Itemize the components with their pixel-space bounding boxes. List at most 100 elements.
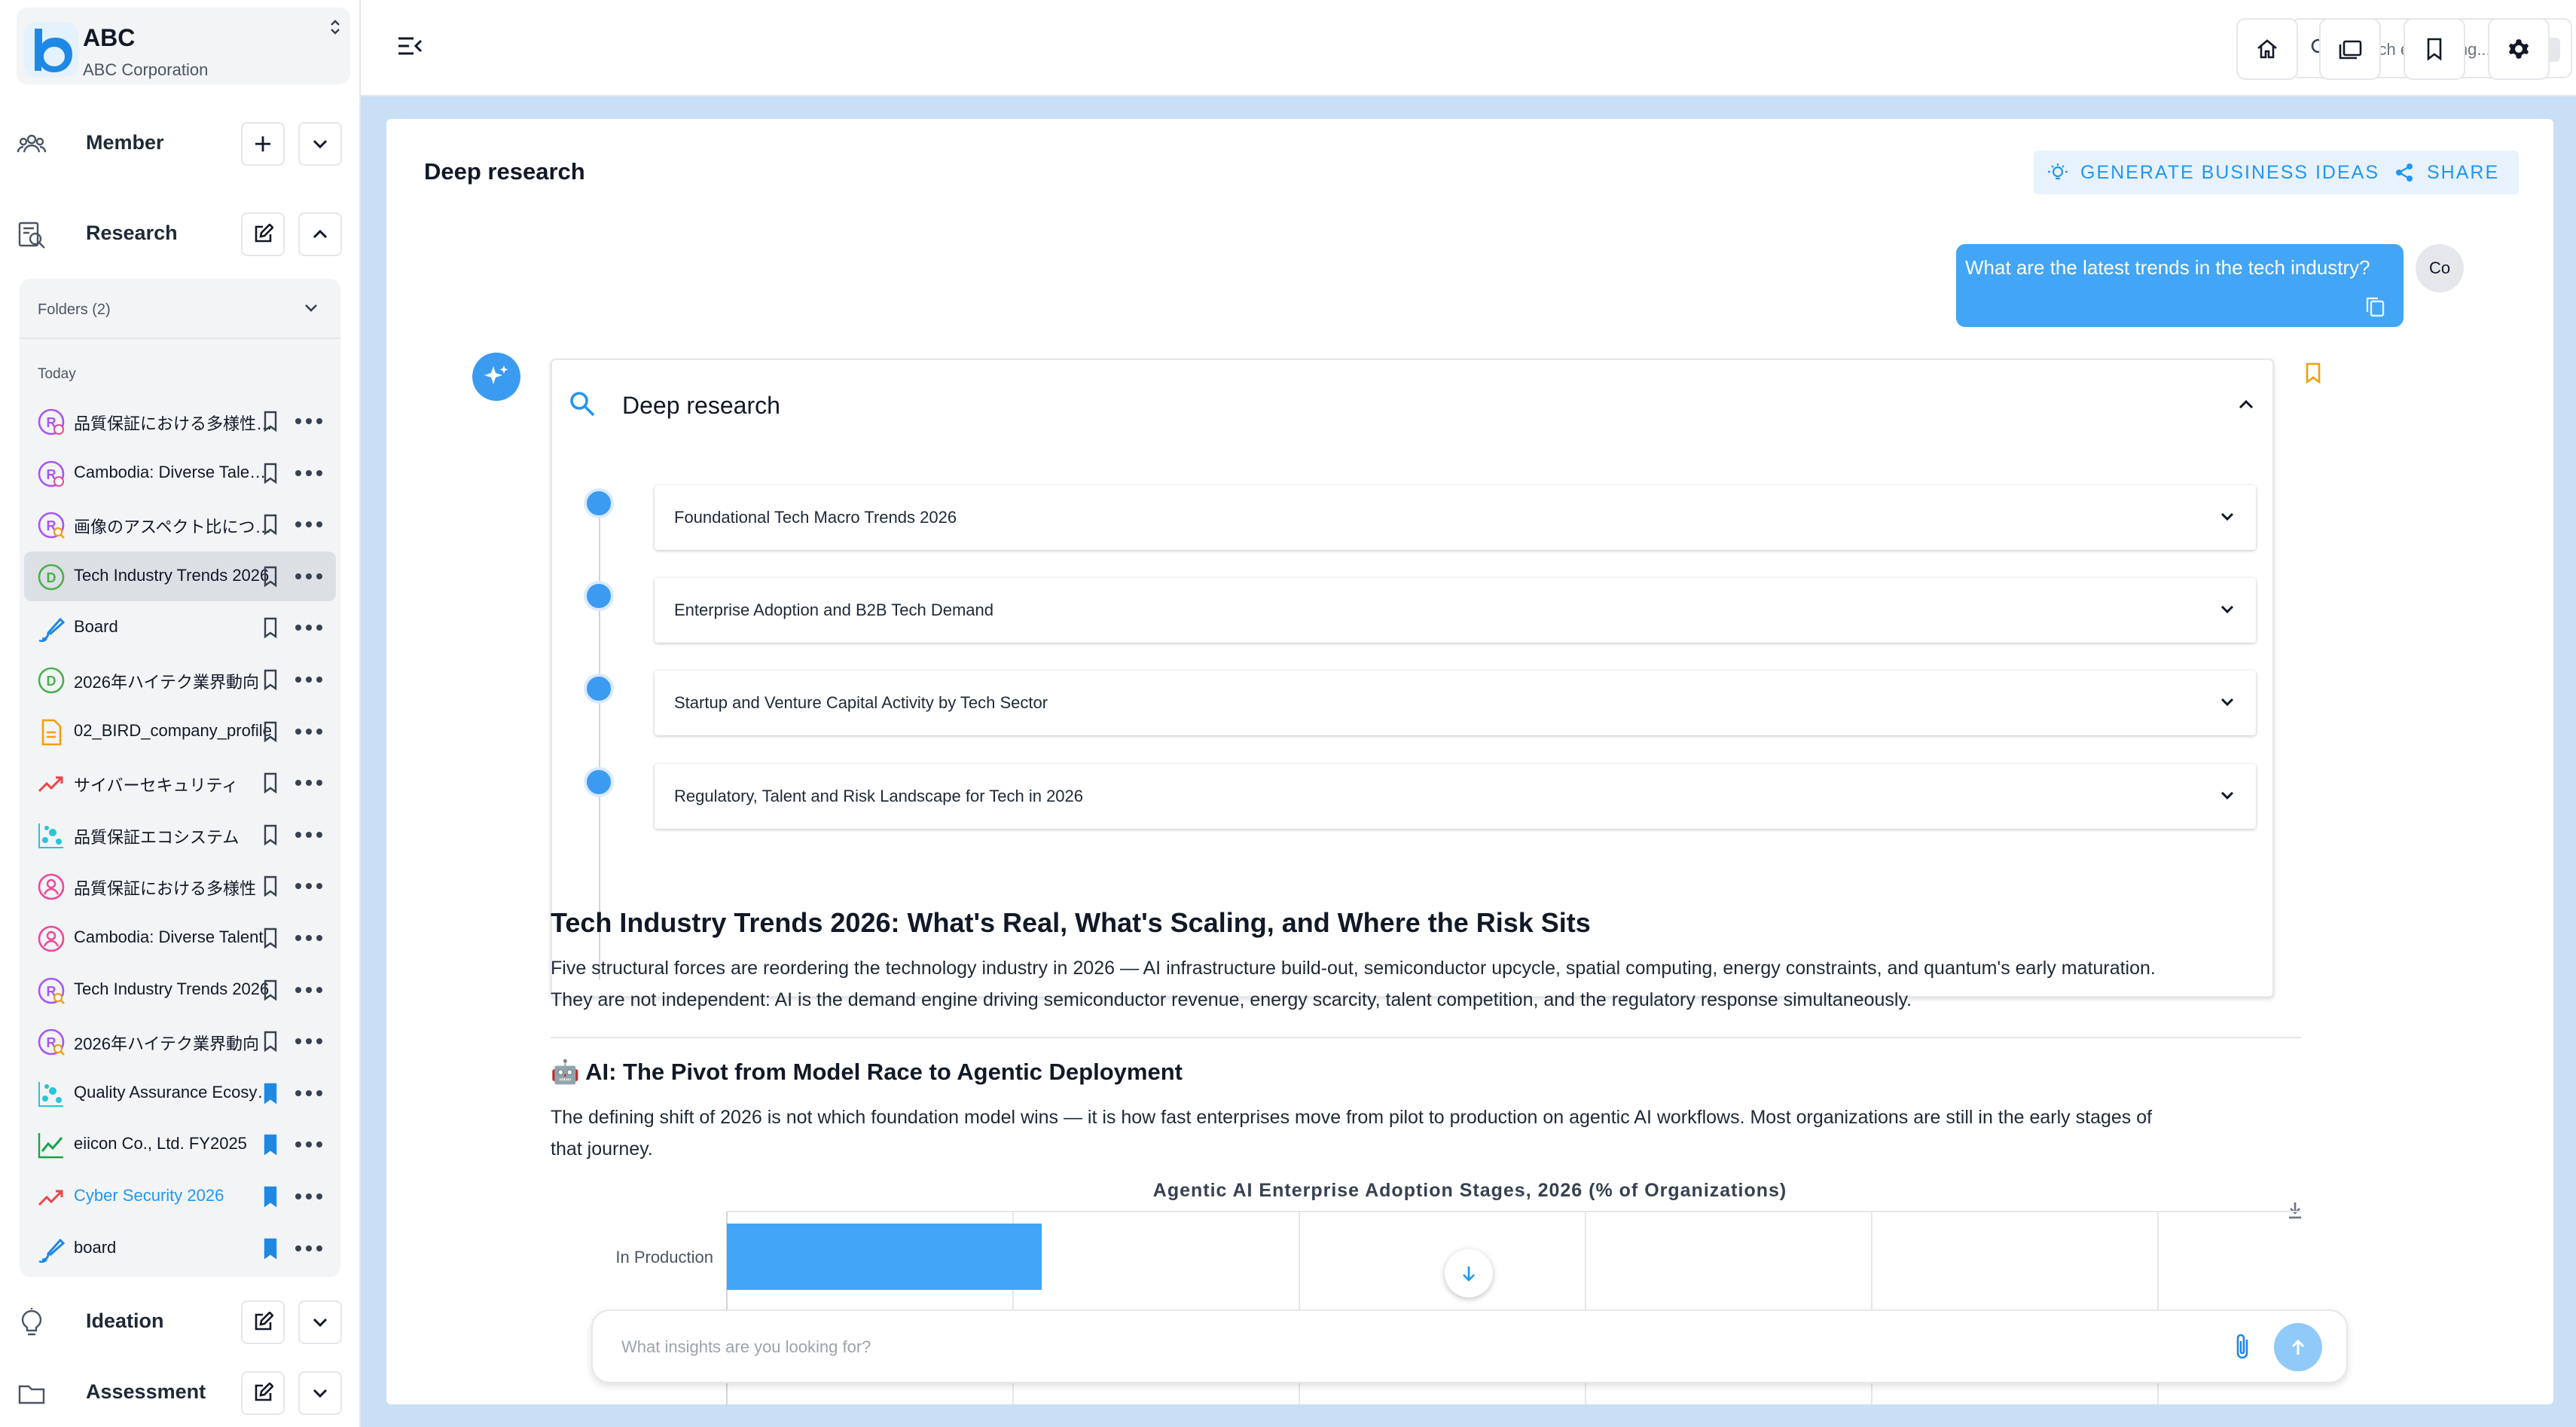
research-item[interactable]: 02_BIRD_company_profile: [24, 707, 336, 756]
more-icon[interactable]: [294, 414, 324, 428]
research-item[interactable]: D 2026年ハイテク業界動向: [24, 655, 336, 704]
more-icon[interactable]: [294, 828, 324, 842]
research-item-label: 2026年ハイテク業界動向: [74, 1034, 260, 1054]
user-message-text: What are the latest trends in the tech i…: [1965, 256, 2370, 279]
share-button[interactable]: SHARE: [2380, 151, 2520, 194]
expand-collapse-icon[interactable]: [328, 18, 343, 36]
bookmark-icon[interactable]: [259, 771, 282, 795]
bookmark-icon[interactable]: [259, 720, 282, 744]
deep-research-header[interactable]: Deep research: [552, 360, 2275, 451]
bookmark-icon[interactable]: [259, 564, 282, 588]
send-button[interactable]: [2274, 1323, 2322, 1371]
bookmark-icon[interactable]: [259, 874, 282, 898]
message-input[interactable]: [621, 1334, 2128, 1361]
research-step-label: Regulatory, Talent and Risk Landscape fo…: [674, 787, 1084, 805]
more-icon[interactable]: [294, 931, 324, 945]
research-item[interactable]: R 2026年ハイテク業界動向: [24, 1016, 336, 1066]
sidebar: ABC ABC Corporation Member Research Fold…: [0, 0, 361, 1427]
more-icon[interactable]: [294, 1086, 324, 1100]
more-icon[interactable]: [294, 518, 324, 531]
more-icon[interactable]: [294, 570, 324, 583]
research-item[interactable]: R Cambodia: Diverse Talent Landscape: [24, 448, 336, 498]
scroll-down-button[interactable]: [1445, 1249, 1493, 1297]
bookmark-icon[interactable]: [259, 1132, 282, 1157]
attach-icon[interactable]: [2230, 1332, 2256, 1362]
research-item-label: Cambodia: Diverse Talent Landscape: [74, 462, 274, 481]
collapse-research-button[interactable]: [298, 212, 342, 256]
expand-member-button[interactable]: [298, 122, 342, 166]
chevron-up-icon[interactable]: [2236, 395, 2256, 414]
bookmark-icon[interactable]: [259, 1029, 282, 1053]
chevron-down-icon: [313, 1389, 328, 1398]
research-item[interactable]: R Tech Industry Trends 2026: [24, 965, 336, 1015]
bookmark-icon[interactable]: [259, 409, 282, 433]
more-icon[interactable]: [294, 725, 324, 738]
research-item[interactable]: 品質保証エコシステム: [24, 810, 336, 860]
bookmark-icon[interactable]: [259, 616, 282, 640]
scatter-icon: [38, 823, 63, 848]
research-item[interactable]: board: [24, 1224, 336, 1273]
research-item[interactable]: Cyber Security 2026: [24, 1172, 336, 1221]
bookmark-icon[interactable]: [259, 512, 282, 536]
org-switcher[interactable]: ABC ABC Corporation: [17, 8, 350, 84]
bookmark-icon[interactable]: [259, 823, 282, 847]
deep-research-icon: D: [38, 667, 65, 694]
add-member-button[interactable]: [241, 122, 285, 166]
more-icon[interactable]: [294, 776, 324, 790]
expand-assessment-button[interactable]: [298, 1371, 342, 1415]
research-step[interactable]: Regulatory, Talent and Risk Landscape fo…: [655, 764, 2256, 829]
bookmark-icon[interactable]: [259, 978, 282, 1002]
bookmark-icon: [2427, 38, 2442, 61]
research-item[interactable]: Cambodia: Diverse Talent: [24, 913, 336, 963]
expand-ideation-button[interactable]: [298, 1300, 342, 1344]
more-icon[interactable]: [294, 1034, 324, 1048]
research-icon: [18, 222, 45, 249]
library-button[interactable]: [2319, 18, 2381, 80]
edit-icon: [255, 1383, 273, 1401]
more-icon[interactable]: [294, 673, 324, 686]
more-icon[interactable]: [294, 983, 324, 997]
bookmark-icon[interactable]: [259, 1236, 282, 1260]
folder-icon: [18, 1385, 45, 1404]
section-research: Research: [0, 203, 361, 264]
generate-business-ideas-button[interactable]: GENERATE BUSINESS IDEAS: [2034, 151, 2400, 194]
more-icon[interactable]: [294, 879, 324, 893]
bookmark-icon[interactable]: [259, 926, 282, 950]
research-item[interactable]: サイバーセキュリティ: [24, 758, 336, 808]
bookmark-icon[interactable]: [259, 1184, 282, 1209]
settings-button[interactable]: [2488, 18, 2550, 80]
deep-research-title: Deep research: [622, 392, 780, 419]
new-assessment-button[interactable]: [241, 1371, 285, 1415]
home-button[interactable]: [2236, 18, 2298, 80]
bookmark-icon[interactable]: [259, 1081, 282, 1105]
copy-icon[interactable]: [2364, 295, 2385, 318]
more-icon[interactable]: [294, 621, 324, 634]
research-item[interactable]: R 品質保証における多様性の必要性: [24, 396, 336, 446]
timeline-dot: [584, 674, 614, 704]
bookmark-icon[interactable]: [259, 461, 282, 485]
research-step[interactable]: Foundational Tech Macro Trends 2026: [655, 485, 2256, 550]
research-item[interactable]: D Tech Industry Trends 2026: [24, 551, 336, 601]
research-item[interactable]: R 画像のアスペクト比について: [24, 500, 336, 549]
new-ideation-button[interactable]: [241, 1300, 285, 1344]
folders-toggle[interactable]: Folders (2): [20, 279, 340, 339]
menu-collapse-icon[interactable]: [397, 35, 423, 57]
new-research-button[interactable]: [241, 212, 285, 256]
more-icon[interactable]: [294, 1138, 324, 1151]
more-icon[interactable]: [294, 1242, 324, 1255]
more-icon[interactable]: [294, 1190, 324, 1203]
research-item[interactable]: 品質保証における多様性: [24, 861, 336, 911]
bookmark-icon[interactable]: [259, 668, 282, 692]
research-item[interactable]: Quality Assurance Ecosystem: [24, 1068, 336, 1118]
bookmark-icon[interactable]: [2303, 362, 2323, 384]
research-step[interactable]: Startup and Venture Capital Activity by …: [655, 671, 2256, 735]
research-item[interactable]: eiicon Co., Ltd. FY2025: [24, 1120, 336, 1169]
research-step[interactable]: Enterprise Adoption and B2B Tech Demand: [655, 578, 2256, 643]
more-icon[interactable]: [294, 466, 324, 480]
research-item[interactable]: Board: [24, 603, 336, 652]
lightbulb-icon: [21, 1308, 42, 1336]
bookmarks-button[interactable]: [2404, 18, 2465, 80]
persona-icon: [38, 925, 65, 952]
report-intro-line: They are not independent: AI is the dema…: [551, 989, 1912, 1010]
arrow-down-icon: [1463, 1267, 1475, 1282]
